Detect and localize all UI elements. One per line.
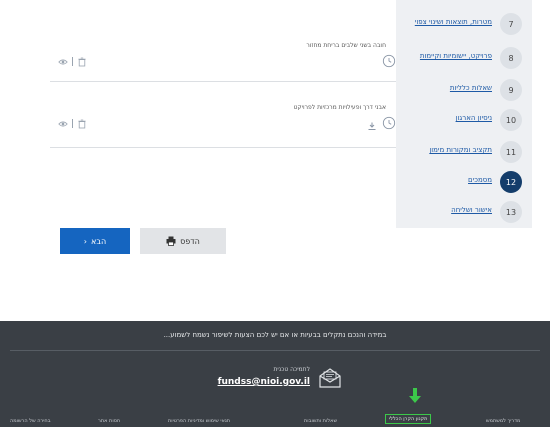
trash-icon[interactable] <box>78 119 86 129</box>
next-button[interactable]: הבא ‹ <box>60 228 130 254</box>
step-number: 7 <box>500 13 522 35</box>
step-item-8[interactable]: פרויקט, יישומיות וקיימות 8 <box>396 44 532 72</box>
feedback-message: במידה והנכם נתקלים בבעיות או אם יש לכם ה… <box>163 331 387 339</box>
support-email-link[interactable]: fundss@nioi.gov.il <box>200 377 310 387</box>
step-number: 10 <box>500 109 522 131</box>
support-label: לתמיכה טכנית <box>273 366 310 373</box>
step-number: 8 <box>500 47 522 69</box>
row-divider <box>50 147 396 148</box>
step-label[interactable]: פרויקט, יישומיות וקיימות <box>420 52 492 60</box>
document-label: חובה בשני שלבים בריחת מחזור <box>306 42 386 49</box>
document-row: חובה בשני שלבים בריחת מחזור <box>50 42 396 82</box>
row-divider <box>50 81 396 82</box>
step-number: 12 <box>500 171 522 193</box>
eye-icon[interactable] <box>58 57 68 67</box>
footer-link[interactable]: חסות אתר <box>98 418 120 424</box>
download-icon[interactable] <box>368 122 376 130</box>
upload-document-icon[interactable] <box>382 54 396 68</box>
eye-icon[interactable] <box>58 119 68 129</box>
step-item-9[interactable]: שאלות כלליות 9 <box>396 76 532 104</box>
step-number: 9 <box>500 79 522 101</box>
step-item-10[interactable]: ניסיון הארגון 10 <box>396 106 532 134</box>
document-row: אבני דרך ופעילויות מרכזיות לפרויקט <box>50 104 396 148</box>
footer-link[interactable]: מדריך למשתמש <box>486 418 520 424</box>
step-item-12[interactable]: מסמכים 12 <box>396 168 532 196</box>
print-label: הדפס <box>180 236 200 246</box>
envelope-icon <box>319 368 341 388</box>
steps-nav: מטרות, תוצאות ושינוי צפוי 7 פרויקט, יישו… <box>396 0 532 228</box>
site-footer: במידה והנכם נתקלים בבעיות או אם יש לכם ה… <box>0 321 550 427</box>
footer-link[interactable]: שאלות ותשובות <box>304 418 337 424</box>
step-item-13[interactable]: אישור ושליחה 13 <box>396 198 532 226</box>
step-label[interactable]: מסמכים <box>468 176 492 184</box>
step-item-7[interactable]: מטרות, תוצאות ושינוי צפוי 7 <box>396 10 532 38</box>
print-button[interactable]: הדפס <box>140 228 226 254</box>
step-item-11[interactable]: תקציב ומקורות מימון 11 <box>396 138 532 166</box>
step-label[interactable]: אישור ושליחה <box>451 206 492 214</box>
footer-link[interactable]: תנאי שימוש ומדיניות הפרטיות <box>168 418 230 424</box>
next-label: הבא <box>91 236 107 246</box>
arrow-down-icon <box>409 388 421 403</box>
step-number: 13 <box>500 201 522 223</box>
chevron-left-icon: ‹ <box>83 236 87 246</box>
trash-icon[interactable] <box>78 57 86 67</box>
step-label[interactable]: ניסיון הארגון <box>456 114 492 122</box>
step-label[interactable]: תקציב ומקורות מימון <box>429 146 492 154</box>
divider <box>72 119 73 128</box>
upload-document-icon[interactable] <box>382 116 396 130</box>
divider <box>72 57 73 66</box>
document-label: אבני דרך ופעילויות מרכזיות לפרויקט <box>293 104 386 111</box>
printer-icon <box>166 236 176 246</box>
footer-links: בחירה של הרשומה חסות אתר תנאי שימוש ומדי… <box>0 414 550 427</box>
footer-link[interactable]: בחירה של הרשומה <box>10 418 51 424</box>
footer-divider <box>10 350 540 351</box>
footer-link-highlighted[interactable]: תקנון הקרן הכללי <box>384 414 432 424</box>
step-label[interactable]: שאלות כלליות <box>450 84 492 92</box>
step-label[interactable]: מטרות, תוצאות ושינוי צפוי <box>415 18 492 26</box>
step-number: 11 <box>500 141 522 163</box>
